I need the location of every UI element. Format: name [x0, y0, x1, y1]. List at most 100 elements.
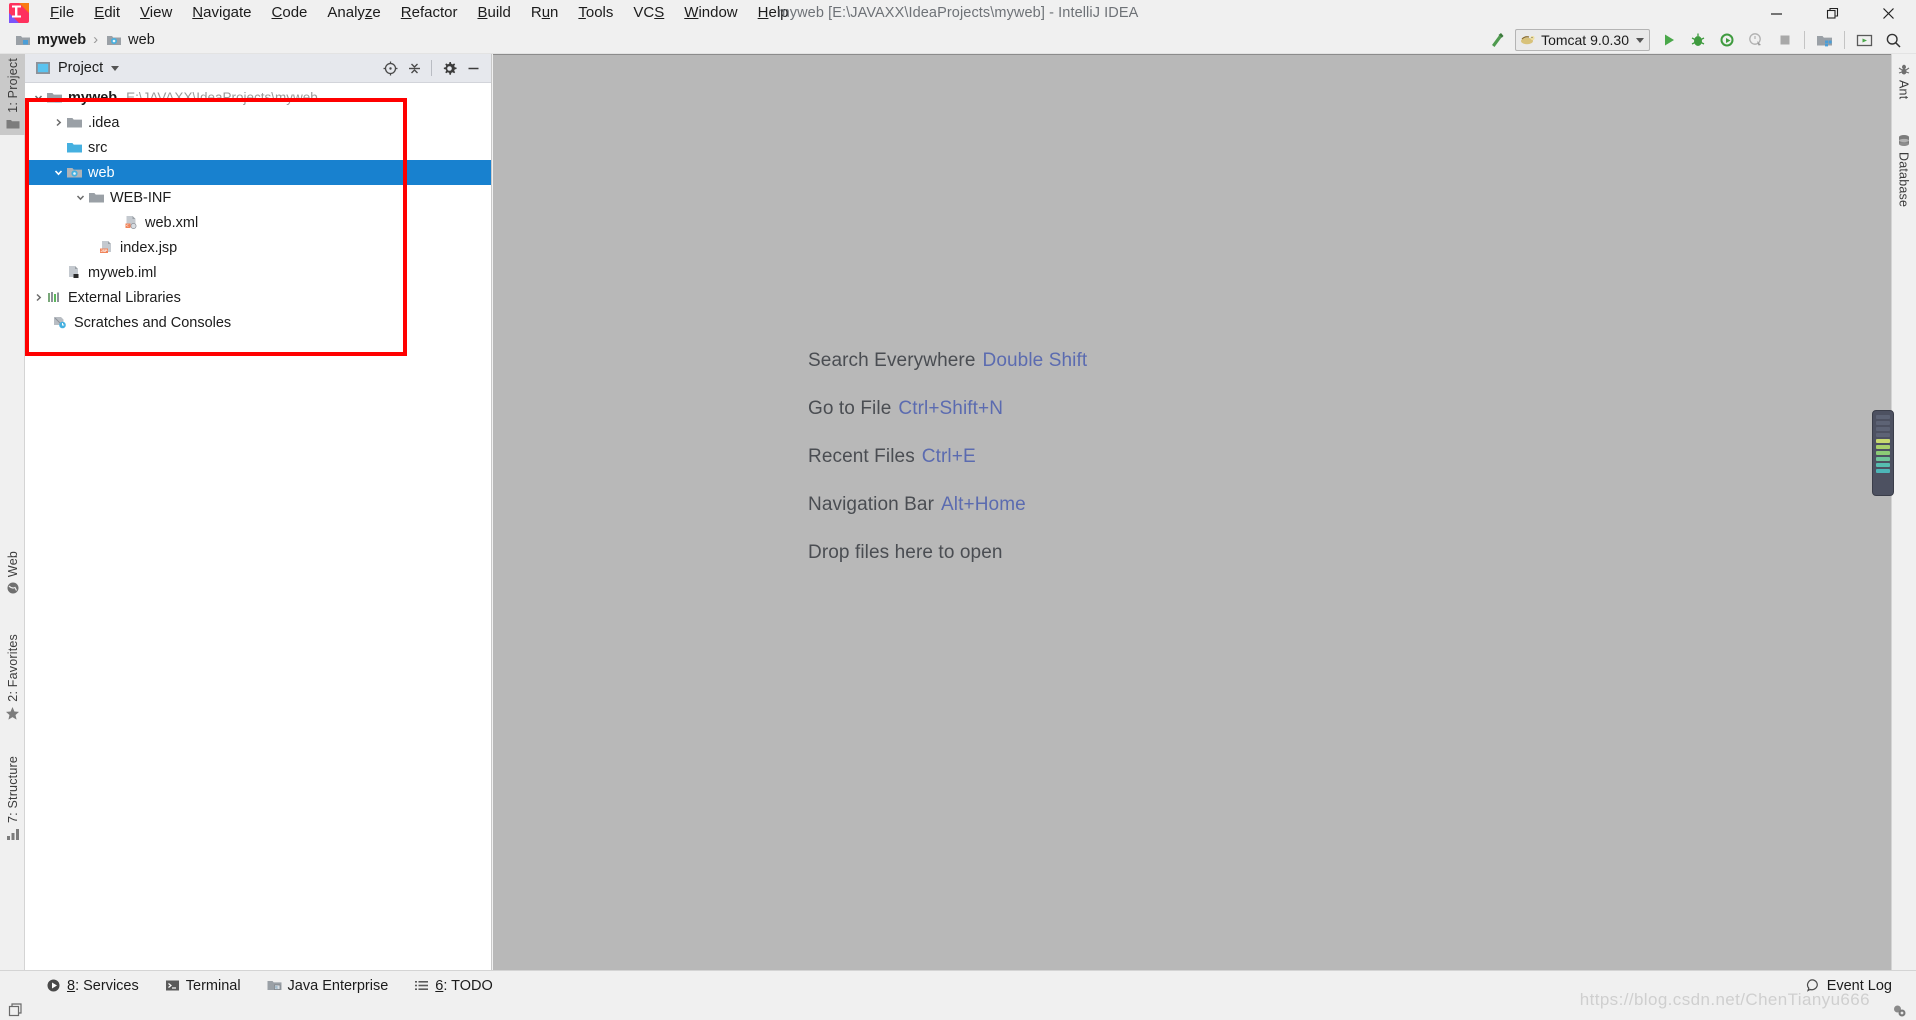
- layout-icon[interactable]: [8, 1002, 24, 1018]
- breadcrumb-item-web[interactable]: web: [101, 29, 159, 51]
- editor-hints: Search Everywhere Double Shift Go to File…: [808, 350, 1087, 564]
- floating-color-widget[interactable]: [1872, 410, 1894, 496]
- bottom-bar-right: Event Log: [1760, 975, 1916, 997]
- run-button[interactable]: [1655, 28, 1682, 52]
- sidebar-item-project[interactable]: 1: Project: [0, 54, 25, 135]
- title-bar: File Edit View Navigate Code Analyze Ref…: [0, 0, 1916, 26]
- bottom-item-services[interactable]: 8: Services: [36, 975, 149, 997]
- tree-row[interactable]: .idea: [25, 110, 491, 135]
- settings-gear-icon[interactable]: [1891, 1002, 1908, 1019]
- hint-shortcut-label: Ctrl+Shift+N: [898, 398, 1004, 419]
- todo-icon: [414, 978, 429, 993]
- tree-node-label: myweb.iml: [88, 264, 157, 281]
- select-opened-file-button[interactable]: [378, 57, 402, 79]
- run-config-name: Tomcat 9.0.30: [1541, 32, 1629, 48]
- update-application-button[interactable]: [1851, 28, 1878, 52]
- menu-refactor[interactable]: Refactor: [391, 1, 468, 25]
- chevron-down-icon[interactable]: [73, 191, 87, 205]
- menu-view[interactable]: View: [130, 1, 182, 25]
- hint-shortcut-label: Ctrl+E: [921, 446, 976, 467]
- hide-panel-button[interactable]: [461, 57, 485, 79]
- chevron-right-icon[interactable]: [51, 116, 65, 130]
- tree-node-path: E:\JAVAXX\IdeaProjects\myweb: [126, 90, 318, 105]
- hint-go-to-file: Go to File Ctrl+Shift+N: [808, 398, 1087, 420]
- project-structure-button[interactable]: [1811, 28, 1838, 52]
- hint-shortcut-label: Double Shift: [982, 350, 1088, 371]
- close-button[interactable]: [1860, 0, 1916, 26]
- menu-build[interactable]: Build: [467, 1, 520, 25]
- tree-row[interactable]: < web.xml: [25, 210, 491, 235]
- chevron-right-icon[interactable]: [31, 291, 45, 305]
- structure-icon: [6, 827, 20, 841]
- tomcat-icon: [1520, 33, 1536, 47]
- breadcrumb-item-myweb[interactable]: myweb: [10, 29, 90, 51]
- intellij-logo-icon: [8, 2, 30, 24]
- menu-window[interactable]: Window: [674, 1, 747, 25]
- menu-help[interactable]: Help: [748, 1, 799, 25]
- sidebar-item-ant[interactable]: Ant: [1891, 58, 1916, 103]
- tree-node-label: WEB-INF: [110, 189, 172, 206]
- tree-row[interactable]: WEB-INF: [25, 185, 491, 210]
- bottom-item-terminal[interactable]: Terminal: [155, 975, 251, 997]
- bottom-item-label: Java Enterprise: [287, 977, 389, 994]
- hint-action-label: Search Everywhere: [808, 350, 976, 371]
- tree-node-label: myweb: [68, 89, 118, 106]
- run-with-coverage-button[interactable]: [1713, 28, 1740, 52]
- menu-run[interactable]: Run: [521, 1, 569, 25]
- widget-bar: [1876, 457, 1890, 461]
- tree-node-label: src: [88, 139, 108, 156]
- minimize-button[interactable]: [1748, 0, 1804, 26]
- build-project-button[interactable]: [1483, 28, 1510, 52]
- module-icon: [14, 31, 32, 49]
- tree-row[interactable]: web: [25, 160, 491, 185]
- hint-navigation-bar: Navigation Bar Alt+Home: [808, 494, 1087, 516]
- xml-file-icon: <: [122, 214, 140, 232]
- right-tool-window-strip: Ant Database: [1891, 54, 1916, 984]
- stop-button[interactable]: [1771, 28, 1798, 52]
- search-everywhere-button[interactable]: [1880, 28, 1907, 52]
- sidebar-item-label: 2: Favorites: [5, 634, 20, 702]
- event-log-label: Event Log: [1826, 977, 1892, 994]
- chevron-down-icon[interactable]: [111, 65, 120, 71]
- widget-bar: [1876, 415, 1890, 419]
- debug-button[interactable]: [1684, 28, 1711, 52]
- tree-row[interactable]: Scratches and Consoles: [25, 310, 491, 335]
- source-folder-icon: [65, 139, 83, 157]
- bottom-item-label: 8: Services: [67, 977, 139, 994]
- restore-button[interactable]: [1804, 0, 1860, 26]
- menu-tools[interactable]: Tools: [568, 1, 623, 25]
- settings-gear-button[interactable]: [437, 57, 461, 79]
- sidebar-item-favorites[interactable]: 2: Favorites: [0, 630, 25, 725]
- project-panel-header: Project: [25, 54, 491, 83]
- tree-row[interactable]: myweb.iml: [25, 260, 491, 285]
- widget-bar: [1876, 463, 1890, 467]
- tree-row[interactable]: External Libraries: [25, 285, 491, 310]
- sidebar-item-database[interactable]: Database: [1891, 130, 1916, 211]
- web-folder-icon: [65, 164, 83, 182]
- menu-vcs[interactable]: VCS: [623, 1, 674, 25]
- web-icon: [6, 581, 20, 595]
- menu-edit[interactable]: Edit: [84, 1, 130, 25]
- bottom-item-java-enterprise[interactable]: E Java Enterprise: [257, 975, 399, 997]
- collapse-all-button[interactable]: [402, 57, 426, 79]
- profiler-button[interactable]: [1742, 28, 1769, 52]
- sidebar-item-structure[interactable]: 7: Structure: [0, 752, 25, 845]
- status-bar-right: [1891, 1002, 1908, 1019]
- tree-row[interactable]: src: [25, 135, 491, 160]
- chevron-down-icon[interactable]: [51, 166, 65, 180]
- sidebar-item-web[interactable]: Web: [0, 547, 25, 599]
- tree-row[interactable]: JSP index.jsp: [25, 235, 491, 260]
- tree-node-label: index.jsp: [120, 239, 178, 256]
- chevron-down-icon[interactable]: [31, 91, 45, 105]
- bottom-item-todo[interactable]: 6: TODO: [404, 975, 503, 997]
- event-log-button[interactable]: Event Log: [1796, 975, 1902, 997]
- menu-code[interactable]: Code: [262, 1, 318, 25]
- svg-text:E: E: [275, 985, 278, 990]
- menu-analyze[interactable]: Analyze: [317, 1, 390, 25]
- menu-navigate[interactable]: Navigate: [182, 1, 261, 25]
- sidebar-item-label: Ant: [1896, 80, 1911, 100]
- widget-bar: [1876, 469, 1890, 473]
- tree-row[interactable]: myweb E:\JAVAXX\IdeaProjects\myweb: [25, 85, 491, 110]
- menu-file[interactable]: File: [40, 1, 84, 25]
- run-configuration-selector[interactable]: Tomcat 9.0.30: [1515, 29, 1650, 51]
